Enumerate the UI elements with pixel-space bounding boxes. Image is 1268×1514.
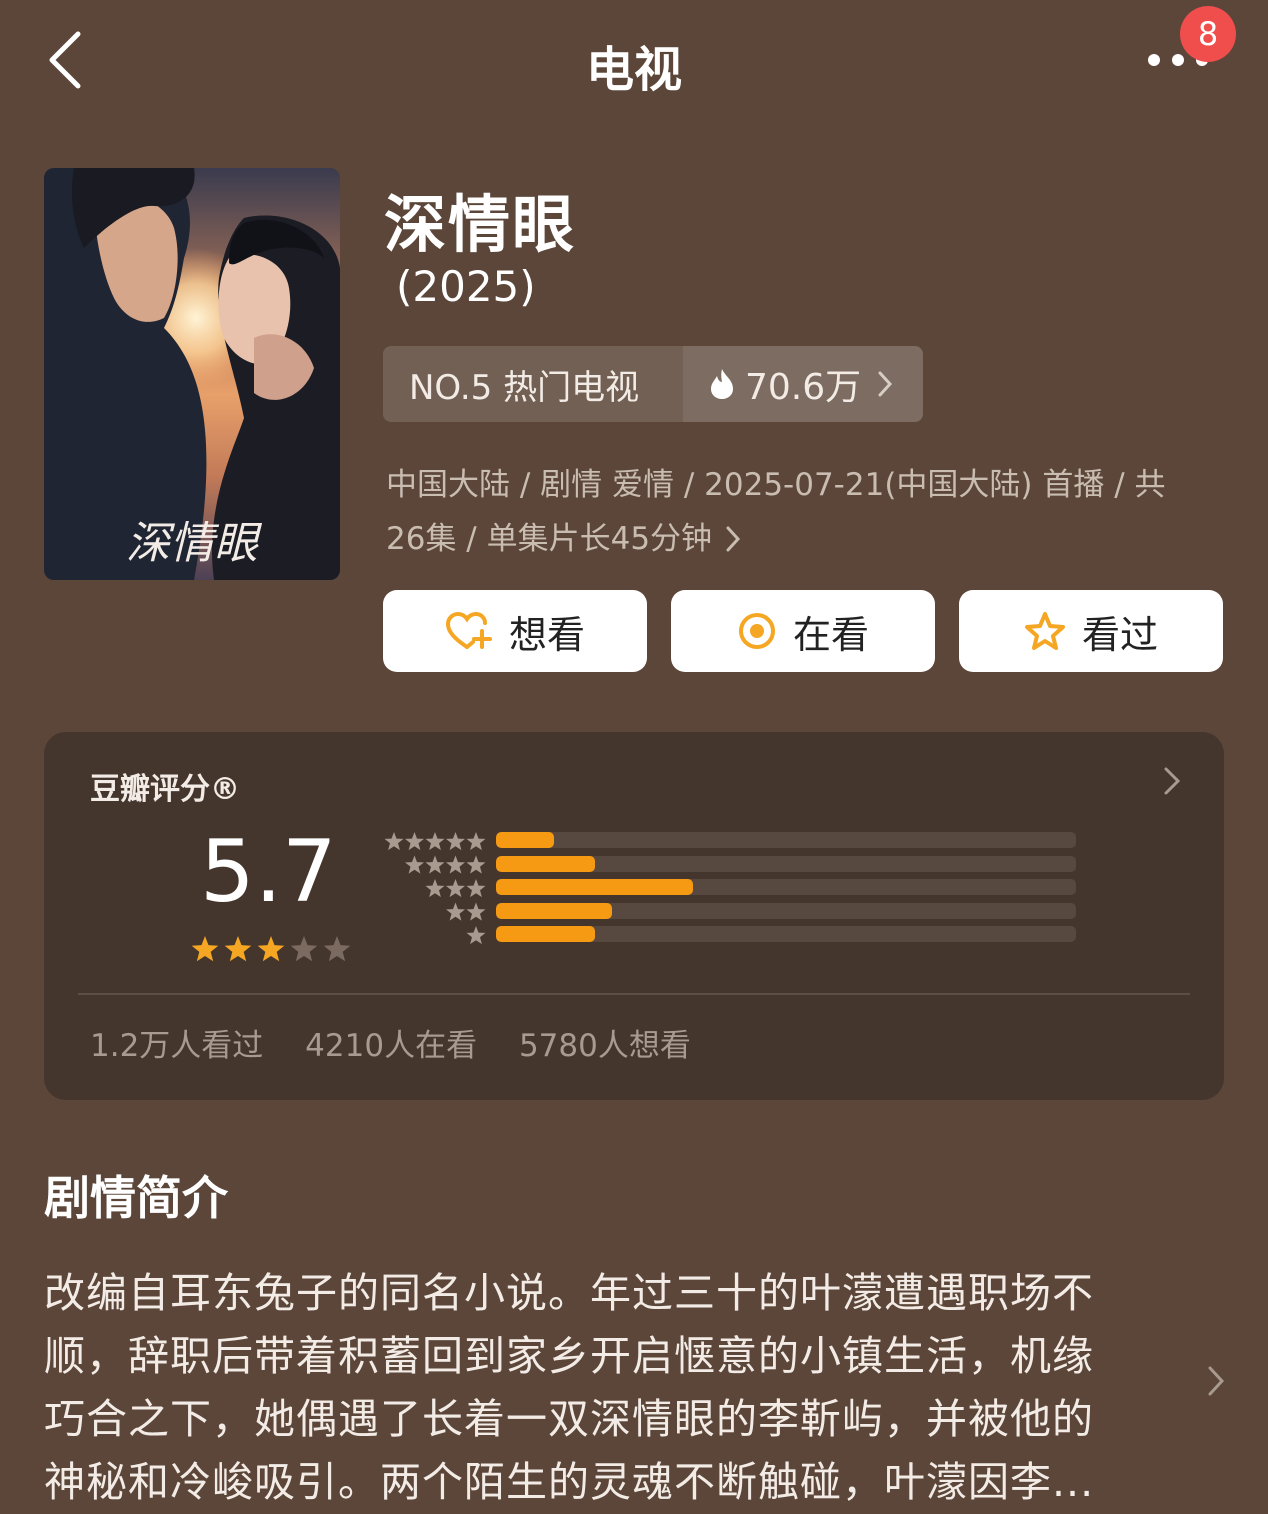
page-title: 电视 — [585, 42, 682, 98]
rating-label: 豆瓣评分® — [90, 772, 240, 807]
rating-bar-fill — [496, 902, 612, 919]
watched-count: 1.2万人看过 — [90, 1028, 264, 1064]
distribution-star-labels — [384, 832, 486, 945]
show-year: (2025) — [396, 262, 536, 311]
distribution-star-icon — [425, 879, 445, 898]
star-empty-icon — [323, 936, 351, 962]
distribution-star-icon — [466, 926, 486, 945]
star-filled-icon — [224, 936, 252, 962]
distribution-star-icon — [446, 832, 465, 851]
chevron-right-icon[interactable] — [1204, 1362, 1228, 1400]
rating-bar-fill — [496, 879, 694, 895]
distribution-star-icon — [446, 902, 465, 921]
star-empty-icon — [290, 936, 318, 962]
watching-count: 4210人在看 — [305, 1028, 478, 1064]
target-icon — [738, 613, 775, 649]
rating-bar-fill — [496, 926, 595, 942]
watching-button[interactable]: 在看 — [671, 590, 935, 672]
rating-stats: 1.2万人看过 4210人在看 5780人想看 — [90, 1020, 723, 1065]
poster-calligraphy: 深情眼 — [126, 518, 263, 569]
distribution-star-icon — [446, 855, 465, 874]
score-stars — [191, 936, 351, 962]
want-count: 5780人想看 — [518, 1028, 691, 1064]
rating-bar-track — [496, 902, 1076, 919]
flame-icon — [711, 369, 733, 399]
watched-button[interactable]: 看过 — [959, 590, 1223, 672]
poster-image[interactable]: 深情眼 — [44, 168, 340, 580]
meta-line-1: 中国大陆 / 剧情 爱情 / 2025-07-21(中国大陆) 首播 / 共 — [386, 467, 1166, 503]
chevron-right-icon — [878, 371, 893, 397]
synopsis-text[interactable]: 改编自耳东兔子的同名小说。年过三十的叶濛遭遇职场不 顺，辞职后带着积蓄回到家乡开… — [44, 1262, 1154, 1514]
show-title: 深情眼 — [384, 188, 577, 261]
distribution-star-icon — [446, 879, 465, 898]
watched-label: 看过 — [1081, 612, 1158, 657]
synopsis-line: 顺，辞职后带着积蓄回到家乡开启惬意的小镇生活，机缘 — [44, 1332, 1094, 1380]
distribution-star-icon — [466, 879, 486, 898]
synopsis-line: 改编自耳东兔子的同名小说。年过三十的叶濛遭遇职场不 — [44, 1269, 1094, 1317]
show-meta[interactable]: 中国大陆 / 剧情 爱情 / 2025-07-21(中国大陆) 首播 / 共 2… — [386, 458, 1206, 566]
distribution-star-icon — [466, 902, 486, 921]
rank-label[interactable]: NO.5 热门电视 — [383, 346, 683, 422]
distribution-star-icon — [425, 855, 445, 874]
star-filled-icon — [191, 936, 219, 962]
notification-badge: 8 — [1180, 6, 1236, 62]
distribution-star-icon — [466, 855, 486, 874]
meta-line-2: 26集 / 单集片长45分钟 — [386, 512, 1206, 566]
distribution-star-icon — [466, 832, 486, 851]
want-to-watch-button[interactable]: 想看 — [383, 590, 647, 672]
distribution-star-icon — [405, 832, 424, 851]
synopsis-line: 神秘和冷峻吸引。两个陌生的灵魂不断触碰，叶濛因李... — [44, 1458, 1095, 1506]
distribution-star-icon — [425, 832, 445, 851]
rating-bar-track — [496, 879, 1076, 895]
rating-bar-fill — [496, 855, 595, 872]
chevron-right-icon[interactable] — [1160, 764, 1184, 798]
watching-label: 在看 — [792, 612, 869, 657]
synopsis-title: 剧情简介 — [44, 1171, 228, 1225]
divider — [78, 993, 1190, 995]
want-label: 想看 — [508, 612, 585, 657]
rating-bar-fill — [496, 832, 554, 848]
heart-plus-icon — [445, 611, 492, 649]
rating-bar-track — [496, 832, 1076, 848]
distribution-star-icon — [405, 855, 424, 874]
rating-score: 5.7 — [200, 822, 337, 922]
rank-box[interactable]: NO.5 热门电视 70.6万 — [383, 346, 923, 422]
heat-link[interactable]: 70.6万 — [683, 346, 923, 422]
star-filled-icon — [257, 936, 285, 962]
synopsis-line: 巧合之下，她偶遇了长着一双深情眼的李靳屿，并被他的 — [44, 1395, 1094, 1443]
chevron-right-icon — [726, 526, 741, 552]
rating-bar-track — [496, 926, 1076, 942]
star-outline-icon — [1024, 612, 1065, 650]
heat-value: 70.6万 — [745, 367, 862, 408]
rating-bar-track — [496, 855, 1076, 872]
distribution-star-icon — [384, 832, 404, 851]
